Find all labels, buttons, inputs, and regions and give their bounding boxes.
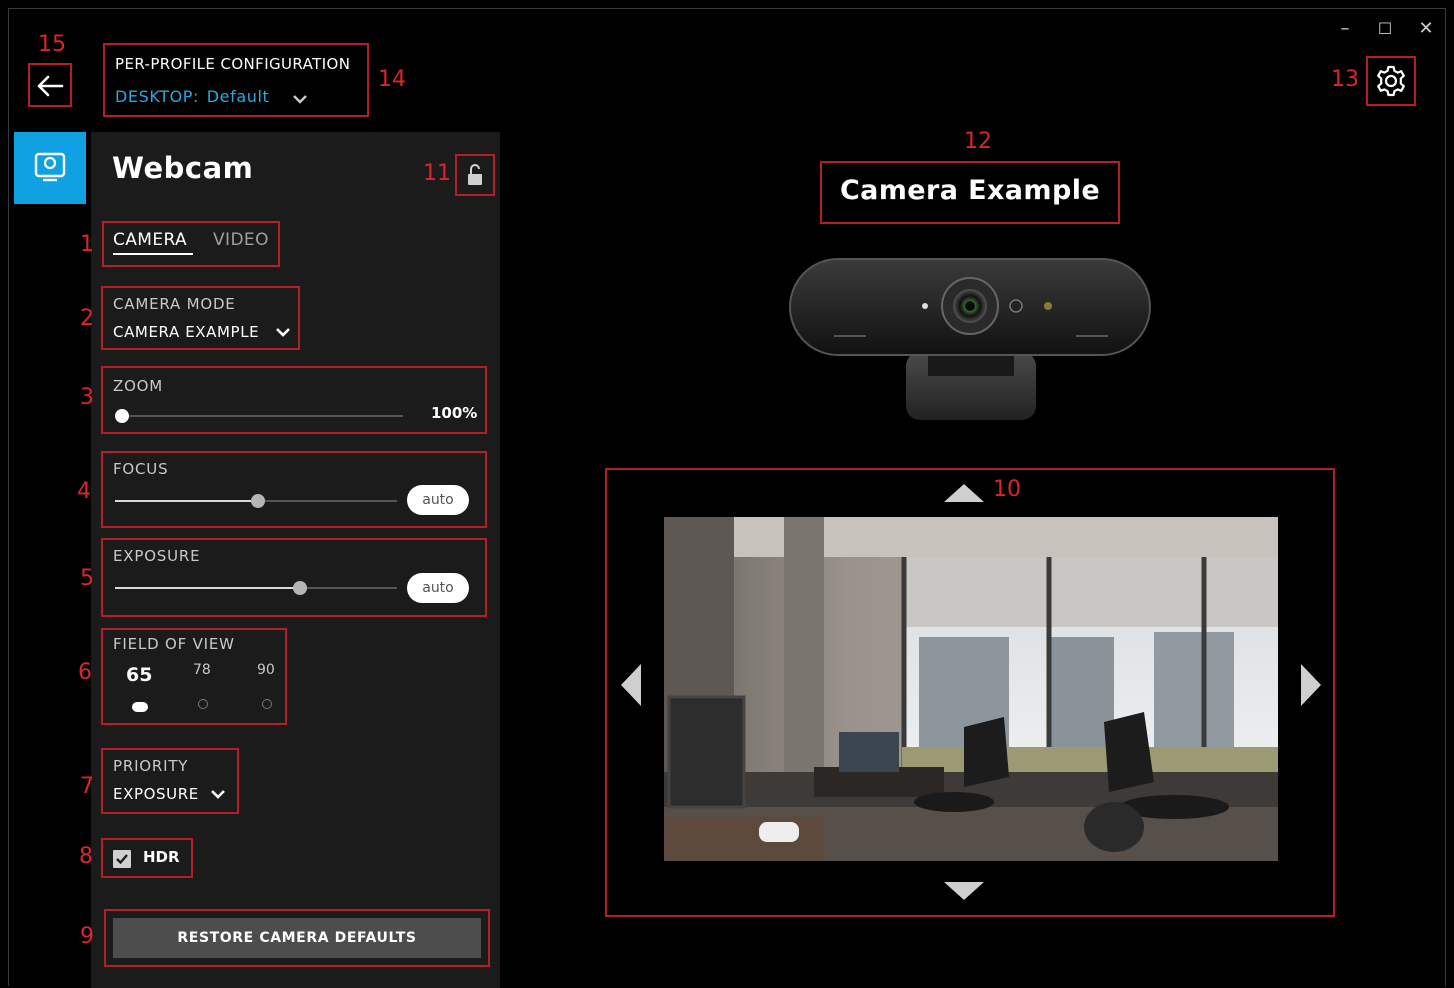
profile-name: Default	[206, 87, 270, 106]
camera-mode-dropdown[interactable]: CAMERA MODE CAMERA EXAMPLE	[101, 286, 300, 350]
priority-dropdown[interactable]: PRIORITY EXPOSURE	[101, 748, 239, 814]
annotation-14: 14	[378, 67, 406, 92]
field-of-view-control: FIELD OF VIEW 65 78 90	[101, 628, 287, 725]
annotation-7: 7	[80, 774, 94, 799]
profile-value[interactable]: DESKTOP: Default	[115, 87, 269, 106]
annotation-2: 2	[80, 306, 94, 331]
chevron-down-icon[interactable]	[292, 93, 308, 105]
exposure-slider-thumb[interactable]	[293, 581, 307, 595]
chevron-down-icon	[211, 790, 225, 799]
fov-option-90[interactable]: 90	[257, 662, 275, 678]
annotation-3: 3	[80, 385, 94, 410]
zoom-label: ZOOM	[113, 377, 164, 395]
hdr-label: HDR	[143, 848, 180, 866]
profile-selector[interactable]: PER-PROFILE CONFIGURATION DESKTOP: Defau…	[103, 43, 369, 117]
fov-option-78[interactable]: 78	[193, 662, 211, 678]
close-button[interactable]: ✕	[1415, 18, 1437, 40]
fov-option-65[interactable]: 65	[126, 664, 152, 686]
exposure-label: EXPOSURE	[113, 547, 201, 565]
back-button[interactable]	[28, 63, 72, 107]
arrow-right-icon[interactable]	[1299, 664, 1321, 706]
tab-video[interactable]: VIDEO	[213, 230, 269, 250]
arrow-left-icon[interactable]	[621, 664, 643, 706]
restore-defaults-button[interactable]: RESTORE CAMERA DEFAULTS	[113, 918, 481, 958]
annotation-5: 5	[80, 566, 94, 591]
annotation-8: 8	[79, 844, 93, 869]
exposure-control: EXPOSURE auto	[101, 538, 487, 617]
preview-title: Camera Example	[839, 175, 1101, 206]
annotation-13: 13	[1331, 67, 1359, 92]
fov-radio-78[interactable]	[198, 699, 208, 709]
fov-radio-65[interactable]	[132, 702, 148, 712]
priority-label: PRIORITY	[113, 757, 189, 775]
tab-active-underline	[113, 253, 193, 255]
annotation-11: 11	[423, 161, 451, 186]
camera-mode-value: CAMERA EXAMPLE	[113, 323, 260, 341]
chevron-down-icon	[276, 328, 290, 337]
preview-title-box: Camera Example	[820, 161, 1120, 224]
fov-label: FIELD OF VIEW	[113, 635, 235, 653]
webcam-device-tab[interactable]	[14, 132, 86, 204]
focus-slider-thumb[interactable]	[251, 494, 265, 508]
fov-radio-90[interactable]	[262, 699, 272, 709]
focus-label: FOCUS	[113, 460, 169, 478]
focus-slider-fill	[115, 500, 256, 502]
zoom-control: ZOOM 100%	[101, 366, 487, 434]
profile-heading: PER-PROFILE CONFIGURATION	[115, 55, 351, 73]
gear-icon	[1377, 65, 1405, 97]
focus-auto-button[interactable]: auto	[407, 485, 469, 515]
annotation-12: 12	[964, 129, 992, 154]
exposure-auto-button[interactable]: auto	[407, 573, 469, 603]
annotation-4: 4	[77, 479, 91, 504]
arrow-down-icon[interactable]	[944, 880, 984, 902]
priority-value: EXPOSURE	[113, 785, 199, 803]
arrow-up-icon[interactable]	[944, 482, 984, 504]
hdr-checkbox-control[interactable]: HDR	[101, 838, 193, 878]
device-title: Webcam	[112, 151, 254, 185]
camera-preview-image	[664, 517, 1278, 861]
annotation-9: 9	[80, 924, 94, 949]
back-arrow-icon	[37, 75, 64, 97]
annotation-15: 15	[38, 32, 66, 57]
annotation-6: 6	[78, 660, 92, 685]
focus-control: FOCUS auto	[101, 451, 487, 528]
annotation-1: 1	[80, 232, 94, 257]
tab-bar: CAMERA VIDEO	[102, 221, 280, 267]
maximize-button[interactable]: ☐	[1374, 18, 1396, 40]
webcam-product-image	[789, 258, 1151, 420]
webcam-icon	[34, 152, 66, 182]
profile-prefix: DESKTOP:	[115, 87, 200, 106]
camera-mode-label: CAMERA MODE	[113, 295, 236, 313]
lock-button[interactable]	[455, 154, 495, 196]
tab-camera[interactable]: CAMERA	[113, 230, 187, 250]
minimize-button[interactable]: –	[1334, 18, 1356, 40]
exposure-slider-fill	[115, 587, 301, 589]
zoom-slider-track[interactable]	[115, 415, 403, 417]
annotation-10: 10	[993, 477, 1021, 502]
zoom-slider-thumb[interactable]	[115, 409, 129, 423]
unlock-icon	[468, 164, 482, 185]
zoom-value: 100%	[431, 404, 478, 422]
checkbox-check-icon[interactable]	[113, 850, 131, 868]
settings-button[interactable]	[1366, 56, 1416, 106]
